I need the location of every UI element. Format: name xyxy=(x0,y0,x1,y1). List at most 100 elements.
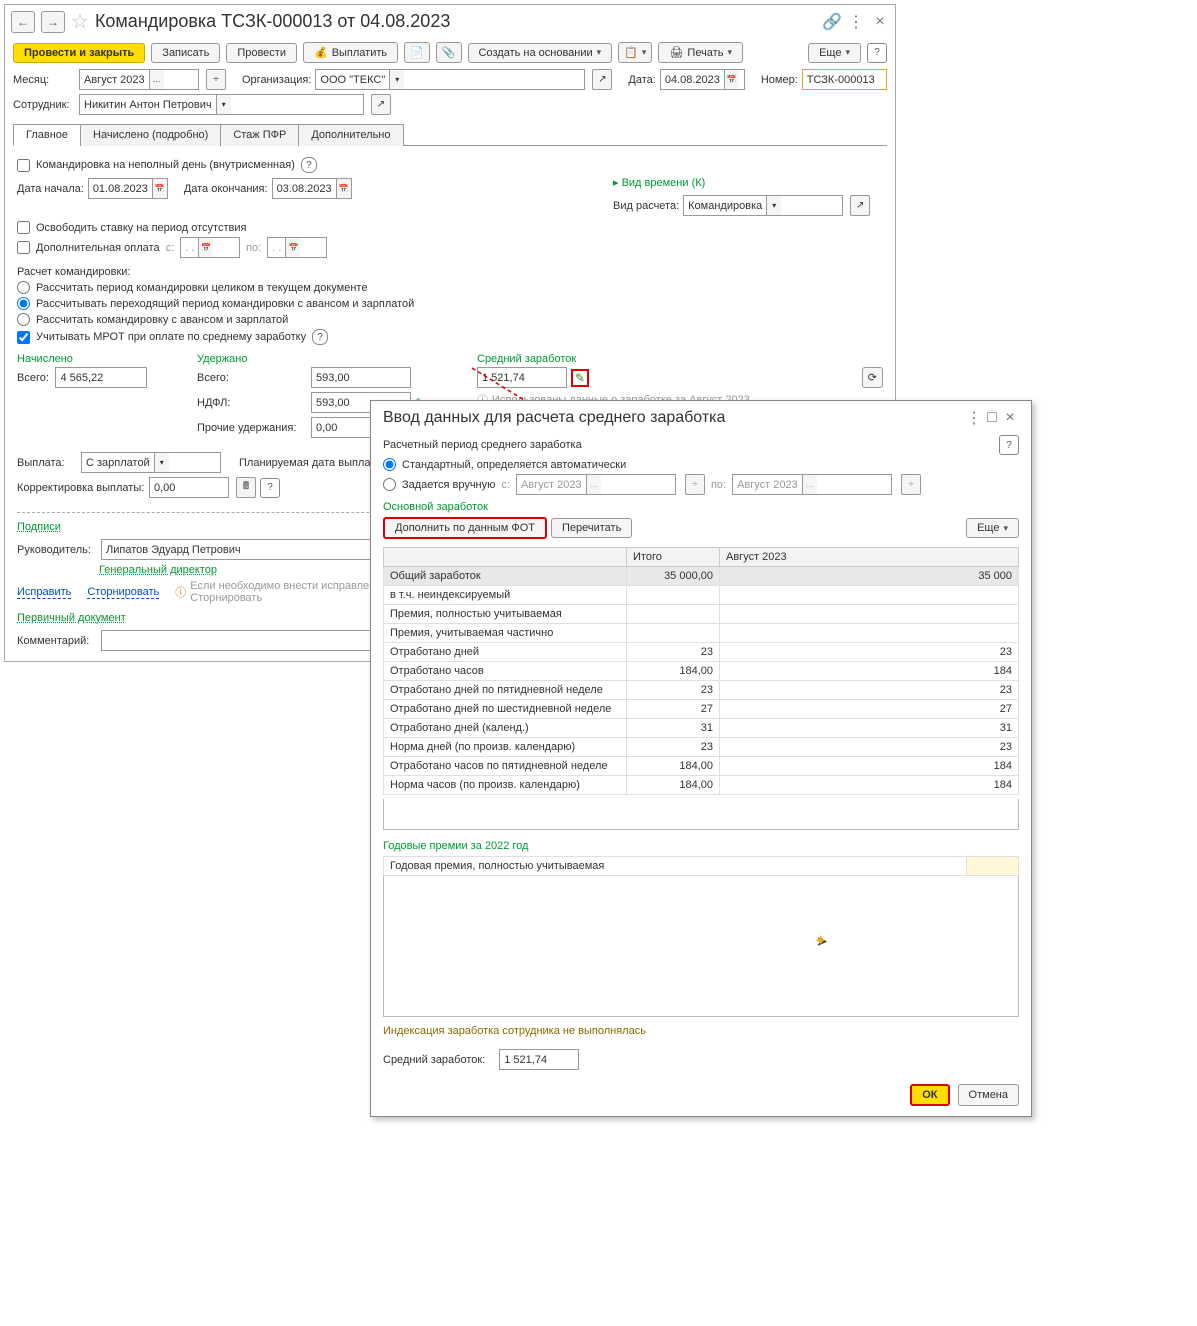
reread-button[interactable]: Перечитать xyxy=(551,518,632,538)
post-close-button[interactable]: Провести и закрыть xyxy=(13,43,145,63)
end-label: Дата окончания: xyxy=(184,183,268,195)
row-name: Отработано дней по пятидневной неделе xyxy=(384,681,627,700)
print-button[interactable]: 🖨 Печать xyxy=(658,42,743,63)
row-month xyxy=(720,586,1019,605)
post-button[interactable]: Провести xyxy=(226,43,297,63)
month-spin[interactable]: ÷ xyxy=(206,69,226,90)
tab-accrued[interactable]: Начислено (подробно) xyxy=(80,124,221,146)
month-label: Месяц: xyxy=(13,74,75,86)
row-month xyxy=(720,605,1019,624)
calc-icon[interactable]: 🖩 xyxy=(236,477,256,498)
tab-main[interactable]: Главное xyxy=(13,124,81,146)
storno-link[interactable]: Сторнировать xyxy=(87,586,159,599)
mrot-checkbox[interactable] xyxy=(17,331,30,344)
link-icon[interactable]: 🔗 xyxy=(823,13,841,31)
total-withheld: 593,00 xyxy=(311,367,411,388)
period-std-radio[interactable] xyxy=(383,458,396,471)
row-name: Отработано дней (календ.) xyxy=(384,719,627,738)
report-button[interactable]: 📄 xyxy=(404,42,430,63)
help-icon[interactable]: ? xyxy=(260,478,280,498)
help-icon[interactable]: ? xyxy=(999,435,1019,455)
attach-button[interactable]: 📎 xyxy=(436,42,462,63)
row-name: в т.ч. неиндексируемый xyxy=(384,586,627,605)
help-button[interactable]: ? xyxy=(867,43,887,63)
more-button[interactable]: Еще xyxy=(808,43,861,63)
extrapay-checkbox[interactable] xyxy=(17,241,30,254)
timekind-header[interactable]: ▸ Вид времени (К) xyxy=(613,176,883,189)
popup-more-button[interactable]: Еще xyxy=(966,518,1019,538)
row-total xyxy=(627,605,720,624)
row-total xyxy=(627,624,720,643)
menu-icon[interactable]: ⋮ xyxy=(847,13,865,31)
row-total: 23 xyxy=(627,681,720,700)
year-table[interactable]: Годовая премия, полностью учитываемая xyxy=(383,856,1019,876)
sign-link[interactable]: Подписи xyxy=(17,521,61,533)
popup-close-icon[interactable]: × xyxy=(1001,409,1019,427)
org-input[interactable]: ООО "ТЕКС"▾ xyxy=(315,69,585,90)
primary-link[interactable]: Первичный документ xyxy=(17,612,126,624)
row-month: 35 000 xyxy=(720,567,1019,586)
extra-button[interactable]: 📋 xyxy=(618,42,652,63)
index-note: Индексация заработка сотрудника не выпол… xyxy=(371,1017,1031,1045)
num-input[interactable]: ТСЗК-000013 xyxy=(802,69,887,90)
calc-r1[interactable] xyxy=(17,281,30,294)
avgearn-label: Средний заработок xyxy=(477,353,883,365)
end-input[interactable]: 03.08.2023📅 xyxy=(272,178,352,199)
org-open[interactable]: ↗ xyxy=(592,69,612,90)
refresh-button[interactable]: ⟳ xyxy=(862,367,883,388)
calctype-open[interactable]: ↗ xyxy=(850,195,870,216)
corr-input[interactable]: 0,00 xyxy=(149,477,229,498)
favorite-icon[interactable]: ☆ xyxy=(71,9,89,34)
row-total xyxy=(627,586,720,605)
create-button[interactable]: Создать на основании xyxy=(468,43,613,63)
tab-extra[interactable]: Дополнительно xyxy=(298,124,403,146)
nav-forward-button[interactable]: → xyxy=(41,11,65,33)
extrapay-to: . . 📅 xyxy=(267,237,327,258)
row-month: 184 xyxy=(720,757,1019,776)
nav-back-button[interactable]: ← xyxy=(11,11,35,33)
row-month: 31 xyxy=(720,719,1019,738)
help-icon[interactable]: ? xyxy=(312,329,328,345)
calctype-label: Вид расчета: xyxy=(613,200,679,212)
calc-r3[interactable] xyxy=(17,313,30,326)
row-name: Норма часов (по произв. календарю) xyxy=(384,776,627,795)
close-icon[interactable]: × xyxy=(871,13,889,31)
popup-menu-icon[interactable]: ⋮ xyxy=(965,409,983,427)
fix-link[interactable]: Исправить xyxy=(17,586,71,599)
edit-avg-icon[interactable]: ✎ xyxy=(575,371,585,385)
ok-button[interactable]: ОК xyxy=(910,1084,949,1106)
month-input[interactable]: Август 2023… xyxy=(79,69,199,90)
row-month: 184 xyxy=(720,776,1019,795)
row-name: Отработано часов xyxy=(384,662,627,681)
pay-button[interactable]: 💰Выплатить xyxy=(303,42,398,63)
emp-open[interactable]: ↗ xyxy=(371,94,391,115)
mgr-pos-link[interactable]: Генеральный директор xyxy=(99,564,217,576)
row-name: Общий заработок xyxy=(384,567,627,586)
payout-input[interactable]: С зарплатой▾ xyxy=(81,452,221,473)
avg-value: 1 521,74 xyxy=(477,367,567,388)
earn-table[interactable]: ИтогоАвгуст 2023 Общий заработок35 000,0… xyxy=(383,547,1019,795)
date-label: Дата: xyxy=(628,74,655,86)
avg-popup: Ввод данных для расчета среднего заработ… xyxy=(370,400,1032,1117)
period-to: Август 2023… xyxy=(732,474,892,495)
write-button[interactable]: Записать xyxy=(151,43,220,63)
emp-input[interactable]: Никитин Антон Петрович▾ xyxy=(79,94,364,115)
mgr-input[interactable]: Липатов Эдуард Петрович xyxy=(101,539,391,560)
row-total: 184,00 xyxy=(627,662,720,681)
date-input[interactable]: 04.08.2023📅 xyxy=(660,69,745,90)
period-manual-radio[interactable] xyxy=(383,478,396,491)
free-checkbox[interactable] xyxy=(17,221,30,234)
calc-r2[interactable] xyxy=(17,297,30,310)
cancel-button[interactable]: Отмена xyxy=(958,1084,1019,1106)
partial-checkbox[interactable] xyxy=(17,159,30,172)
withheld-label: Удержано xyxy=(197,353,427,365)
row-total: 23 xyxy=(627,643,720,662)
row-total: 35 000,00 xyxy=(627,567,720,586)
popup-max-icon[interactable]: □ xyxy=(983,409,1001,427)
start-input[interactable]: 01.08.2023📅 xyxy=(88,178,168,199)
tabs: Главное Начислено (подробно) Стаж ПФР До… xyxy=(13,123,887,146)
tab-pfr[interactable]: Стаж ПФР xyxy=(220,124,299,146)
calctype-input[interactable]: Командировка▾ xyxy=(683,195,843,216)
help-icon[interactable]: ? xyxy=(301,157,317,173)
fill-button[interactable]: Дополнить по данным ФОТ xyxy=(383,517,547,539)
